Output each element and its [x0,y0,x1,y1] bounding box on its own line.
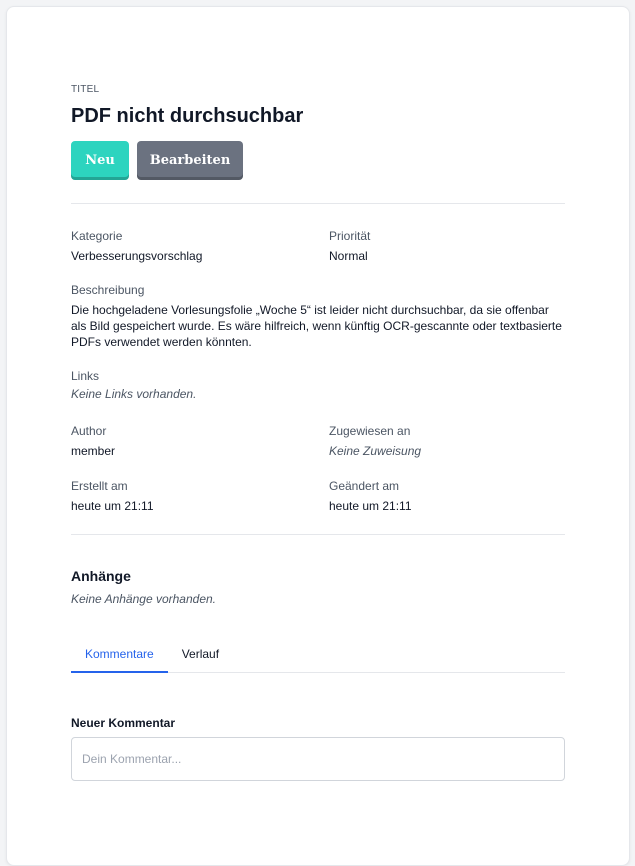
changed-field: Geändert am heute um 21:11 [329,478,565,514]
attachments-title: Anhänge [71,568,131,584]
divider-middle [71,534,565,535]
assignee-label: Zugewiesen an [329,424,411,438]
tab-bar: Kommentare Verlauf [71,643,565,673]
author-assignee-row: Author member Zugewiesen an Keine Zuweis… [71,423,565,459]
description-label: Beschreibung [71,283,145,297]
created-label: Erstellt am [71,479,128,493]
category-label: Kategorie [71,229,123,243]
created-value: heute um 21:11 [71,499,154,513]
category-priority-row: Kategorie Verbesserungsvorschlag Priorit… [71,228,565,264]
priority-field: Priorität Normal [329,228,565,264]
edit-button[interactable]: Bearbeiten [137,141,243,180]
links-label: Links [71,369,100,383]
links-empty: Keine Links vorhanden. [71,387,197,401]
attachments-empty: Keine Anhänge vorhanden. [71,592,217,606]
links-field: Links Keine Links vorhanden. [71,368,565,402]
author-label: Author [71,424,107,438]
priority-label: Priorität [329,229,371,243]
changed-label: Geändert am [329,479,400,493]
assignee-empty: Keine Zuweisung [329,444,422,458]
new-status-button[interactable]: Neu [71,141,129,180]
action-bar: Neu Bearbeiten [71,141,565,180]
changed-value: heute um 21:11 [329,499,412,513]
attachments-section: Anhänge Keine Anhänge vorhanden. [71,567,565,607]
new-comment-section: Neuer Kommentar [71,715,565,781]
ticket-card: TITEL PDF nicht durchsuchbar Neu Bearbei… [6,6,630,866]
category-value: Verbesserungsvorschlag [71,249,203,263]
author-field: Author member [71,423,329,459]
description-value: Die hochgeladene Vorlesungsfolie „Woche … [71,303,562,349]
author-value: member [71,444,116,458]
comment-input[interactable] [71,737,565,781]
new-comment-label: Neuer Kommentar [71,716,176,730]
category-field: Kategorie Verbesserungsvorschlag [71,228,329,264]
dates-row: Erstellt am heute um 21:11 Geändert am h… [71,478,565,514]
page-title: PDF nicht durchsuchbar [71,105,304,127]
tab-comments[interactable]: Kommentare [71,643,168,673]
divider-top [71,203,565,204]
assignee-field: Zugewiesen an Keine Zuweisung [329,423,565,459]
priority-value: Normal [329,249,368,263]
ticket-content: TITEL PDF nicht durchsuchbar Neu Bearbei… [71,84,565,781]
created-field: Erstellt am heute um 21:11 [71,478,329,514]
title-eyebrow: TITEL [71,84,100,95]
description-field: Beschreibung Die hochgeladene Vorlesungs… [71,282,565,350]
tab-history[interactable]: Verlauf [168,643,233,671]
